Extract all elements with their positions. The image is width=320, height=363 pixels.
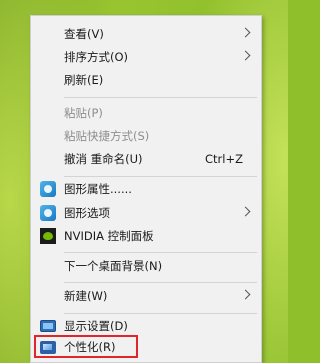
menu-separator	[64, 252, 257, 253]
menu-item-label: 查看(V)	[64, 27, 104, 41]
chevron-right-icon	[240, 27, 251, 38]
intel-graphics-icon	[40, 181, 56, 197]
chevron-right-icon	[240, 50, 251, 61]
menu-item-label: 粘贴快捷方式(S)	[64, 129, 150, 143]
intel-graphics-icon	[40, 205, 56, 221]
menu-separator	[64, 282, 257, 283]
menu-item-graphics-properties[interactable]: 图形属性......	[31, 178, 261, 200]
menu-item-undo-rename[interactable]: 撤消 重命名(U) Ctrl+Z	[31, 148, 261, 170]
menu-item-view[interactable]: 查看(V)	[31, 23, 261, 45]
menu-separator	[64, 313, 257, 314]
highlight-box	[34, 335, 138, 358]
menu-item-graphics-options[interactable]: 图形选项	[31, 202, 261, 224]
menu-item-label: 撤消 重命名(U)	[64, 152, 143, 166]
menu-item-sort[interactable]: 排序方式(O)	[31, 46, 261, 68]
menu-item-label: 下一个桌面背景(N)	[64, 259, 163, 273]
menu-item-label: 刷新(E)	[64, 73, 104, 87]
chevron-right-icon	[240, 289, 251, 300]
menu-item-new[interactable]: 新建(W)	[31, 285, 261, 307]
menu-item-label: 图形属性......	[64, 182, 132, 196]
menu-item-display-settings[interactable]: 显示设置(D)	[31, 315, 261, 337]
menu-separator	[64, 176, 257, 177]
menu-item-refresh[interactable]: 刷新(E)	[31, 69, 261, 91]
chevron-right-icon	[240, 206, 251, 217]
menu-item-label: 排序方式(O)	[64, 50, 129, 64]
menu-item-nvidia-panel[interactable]: NVIDIA 控制面板	[31, 225, 261, 247]
menu-item-label: 图形选项	[64, 206, 110, 220]
context-menu: 查看(V) 排序方式(O) 刷新(E) 粘贴(P) 粘贴快捷方式(S) 撤消 重…	[30, 15, 262, 363]
menu-item-label: 粘贴(P)	[64, 106, 103, 120]
menu-item-paste[interactable]: 粘贴(P)	[31, 102, 261, 124]
menu-item-shortcut: Ctrl+Z	[205, 152, 243, 166]
menu-item-next-background[interactable]: 下一个桌面背景(N)	[31, 255, 261, 277]
nvidia-icon	[40, 228, 56, 244]
menu-item-label: 显示设置(D)	[64, 319, 128, 333]
monitor-icon	[40, 320, 56, 332]
menu-separator	[64, 97, 257, 98]
menu-item-label: 新建(W)	[64, 289, 108, 303]
menu-item-paste-shortcut[interactable]: 粘贴快捷方式(S)	[31, 125, 261, 147]
menu-item-label: NVIDIA 控制面板	[64, 229, 154, 243]
